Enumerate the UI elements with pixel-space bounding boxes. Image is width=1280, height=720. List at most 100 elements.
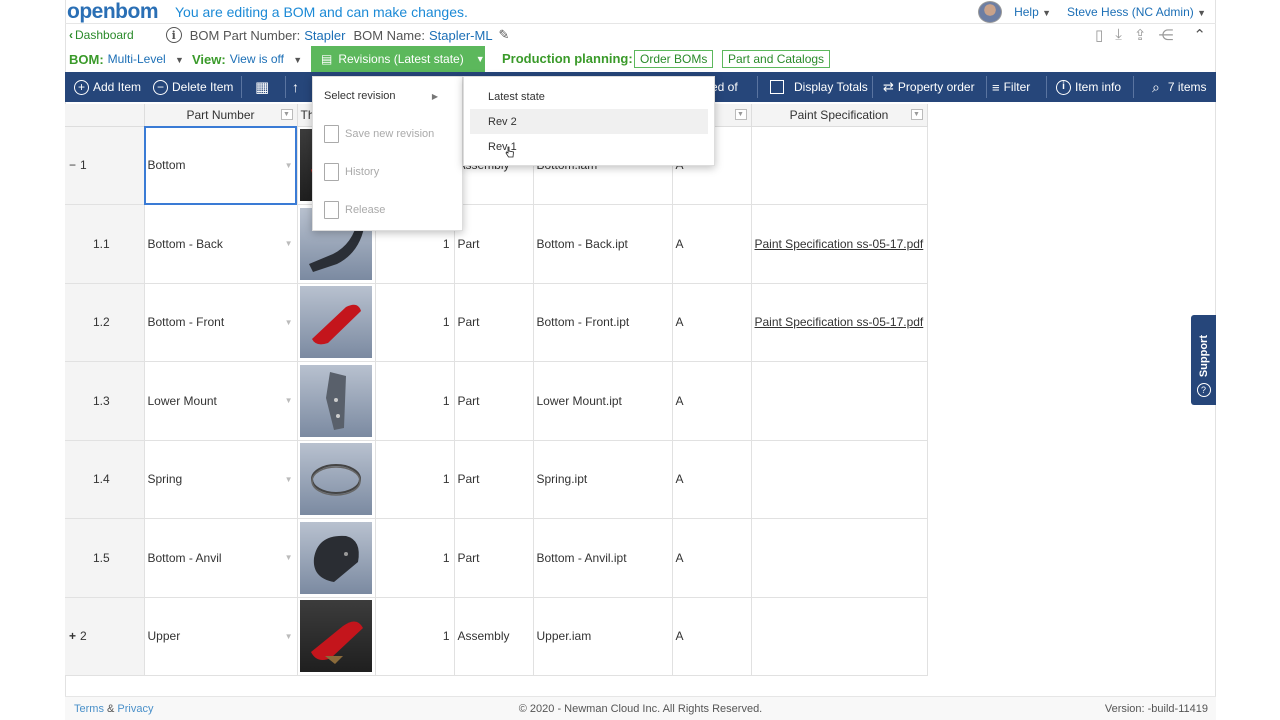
table-row[interactable]: 1.4 Spring ▼ 1 Part Spring.ipt A	[65, 440, 928, 519]
display-totals-toggle[interactable]: Display Totals	[770, 72, 868, 102]
chevron-down-icon[interactable]: ▼	[285, 475, 293, 484]
save-new-revision-item[interactable]: Save new revision	[313, 115, 462, 153]
revision-cell[interactable]: A	[672, 440, 752, 519]
paint-spec-cell[interactable]: Paint Specification ss-05-17.pdf	[751, 283, 928, 362]
avatar[interactable]	[978, 1, 1003, 23]
arrow-up-icon[interactable]: ↑	[292, 72, 299, 102]
file-name-cell[interactable]: Bottom - Back.ipt	[533, 204, 673, 284]
user-menu[interactable]: Steve Hess (NC Admin) ▼	[1067, 5, 1206, 19]
paint-spec-cell[interactable]	[751, 126, 928, 205]
row-index[interactable]: 1.2	[65, 283, 145, 362]
quantity-cell[interactable]: 1	[375, 361, 455, 441]
chevron-down-icon[interactable]: ▼	[285, 318, 293, 327]
revisions-button[interactable]: ▤ Revisions (Latest state) ▼	[311, 46, 485, 72]
revision-option-latest[interactable]: Latest state	[470, 84, 708, 109]
paint-spec-cell[interactable]	[751, 440, 928, 519]
col-header-part-number[interactable]: Part Number ▼	[144, 104, 298, 127]
bom-type-select[interactable]: Multi-Level ▼	[108, 52, 184, 66]
filter-icon[interactable]: ▼	[280, 109, 293, 120]
property-order-button[interactable]: ⇄ Property order	[883, 72, 975, 102]
part-thumbnail[interactable]	[299, 521, 372, 594]
row-index[interactable]: 1.4	[65, 440, 145, 519]
paint-spec-link[interactable]	[752, 394, 755, 408]
revision-cell[interactable]: A	[672, 597, 752, 676]
part-number-cell[interactable]: Upper ▼	[144, 597, 298, 676]
file-name-cell[interactable]: Bottom - Anvil.ipt	[533, 518, 673, 598]
filter-button[interactable]: ≡ Filter	[992, 72, 1030, 102]
part-number-cell[interactable]: Lower Mount ▼	[144, 361, 298, 441]
help-menu[interactable]: Help ▼	[1014, 5, 1051, 19]
paint-spec-link[interactable]	[752, 551, 755, 565]
thumbnail-cell[interactable]	[297, 361, 376, 441]
select-revision-item[interactable]: Select revision ▶	[313, 77, 462, 115]
release-item[interactable]: Release	[313, 191, 462, 229]
thumbnail-cell[interactable]	[297, 440, 376, 519]
chevron-down-icon[interactable]: ▼	[285, 553, 293, 562]
file-name-cell[interactable]: Lower Mount.ipt	[533, 361, 673, 441]
info-icon[interactable]: i	[165, 27, 182, 43]
history-item[interactable]: History	[313, 153, 462, 191]
delete-item-button[interactable]: − Delete Item	[153, 72, 233, 102]
view-select[interactable]: View is off ▼	[230, 52, 303, 66]
order-boms-button[interactable]: Order BOMs	[634, 50, 714, 68]
thumbnail-cell[interactable]	[297, 283, 376, 362]
paint-spec-link[interactable]: Paint Specification ss-05-17.pdf	[752, 237, 924, 251]
share-icon[interactable]: ⋲	[1158, 26, 1173, 44]
part-thumbnail[interactable]	[299, 286, 372, 359]
revision-cell[interactable]: A	[672, 518, 752, 598]
document-icon[interactable]: ▯	[1095, 26, 1103, 44]
part-number-cell[interactable]: Spring ▼	[144, 440, 298, 519]
paint-spec-link[interactable]: Paint Specification ss-05-17.pdf	[752, 315, 924, 329]
chevron-down-icon[interactable]: ▼	[285, 239, 293, 248]
thumbnail-cell[interactable]	[297, 597, 376, 676]
revision-option-rev-2[interactable]: Rev 2	[470, 109, 708, 134]
paint-spec-cell[interactable]	[751, 518, 928, 598]
thumbnail-cell[interactable]	[297, 518, 376, 598]
parts-catalogs-button[interactable]: Part and Catalogs	[722, 50, 831, 68]
part-number-cell[interactable]: Bottom ▼	[144, 126, 298, 205]
add-item-button[interactable]: + Add Item	[74, 72, 141, 102]
revision-cell[interactable]: A	[672, 204, 752, 284]
chevron-down-icon[interactable]: ▼	[285, 632, 293, 641]
paint-spec-cell[interactable]: Paint Specification ss-05-17.pdf	[751, 204, 928, 284]
revision-cell[interactable]: A	[672, 283, 752, 362]
quantity-cell[interactable]: 1	[375, 518, 455, 598]
search-button[interactable]: ⌕ 7 items	[1152, 72, 1207, 102]
paint-spec-link[interactable]	[752, 472, 755, 486]
row-index[interactable]: −1	[65, 126, 145, 205]
row-index[interactable]: 1.3	[65, 361, 145, 441]
filter-icon[interactable]: ▼	[734, 109, 747, 120]
quantity-cell[interactable]: 1	[375, 283, 455, 362]
revision-cell[interactable]: A	[672, 361, 752, 441]
file-name-cell[interactable]: Spring.ipt	[533, 440, 673, 519]
dashboard-link[interactable]: ‹ Dashboard	[69, 28, 134, 42]
expand-icon[interactable]: +	[69, 629, 76, 643]
type-cell[interactable]: Part	[454, 361, 534, 441]
file-name-cell[interactable]: Bottom - Front.ipt	[533, 283, 673, 362]
part-number-cell[interactable]: Bottom - Anvil ▼	[144, 518, 298, 598]
type-cell[interactable]: Part	[454, 204, 534, 284]
part-number-cell[interactable]: Bottom - Back ▼	[144, 204, 298, 284]
paint-spec-link[interactable]	[752, 629, 755, 643]
download-icon[interactable]: ⤓	[1115, 26, 1122, 44]
row-index[interactable]: 1.5	[65, 518, 145, 598]
type-cell[interactable]: Assembly	[454, 597, 534, 676]
pencil-icon[interactable]: ✎	[499, 27, 510, 43]
part-thumbnail[interactable]	[299, 600, 372, 673]
table-row[interactable]: +2 Upper ▼ 1 Assembly Upper.iam A	[65, 597, 928, 676]
filter-icon[interactable]: ▼	[910, 109, 923, 120]
grid-view-icon[interactable]: ▦	[255, 72, 269, 102]
paint-spec-cell[interactable]	[751, 597, 928, 676]
chevron-down-icon[interactable]: ▼	[285, 161, 293, 170]
table-row[interactable]: 1.5 Bottom - Anvil ▼ 1 Part Bottom - Anvi…	[65, 518, 928, 598]
quantity-cell[interactable]: 1	[375, 597, 455, 676]
collapse-icon[interactable]: −	[69, 158, 76, 172]
table-row[interactable]: 1.2 Bottom - Front ▼ 1 Part Bottom - Fron…	[65, 283, 928, 362]
item-info-button[interactable]: i Item info	[1056, 72, 1121, 102]
paint-spec-link[interactable]	[752, 158, 755, 172]
export-icon[interactable]: ⇪	[1134, 26, 1147, 44]
support-tab[interactable]: Support ?	[1191, 315, 1216, 405]
part-thumbnail[interactable]	[299, 364, 372, 437]
row-index[interactable]: 1.1	[65, 204, 145, 284]
chevron-up-icon[interactable]: ⌃	[1193, 26, 1206, 44]
